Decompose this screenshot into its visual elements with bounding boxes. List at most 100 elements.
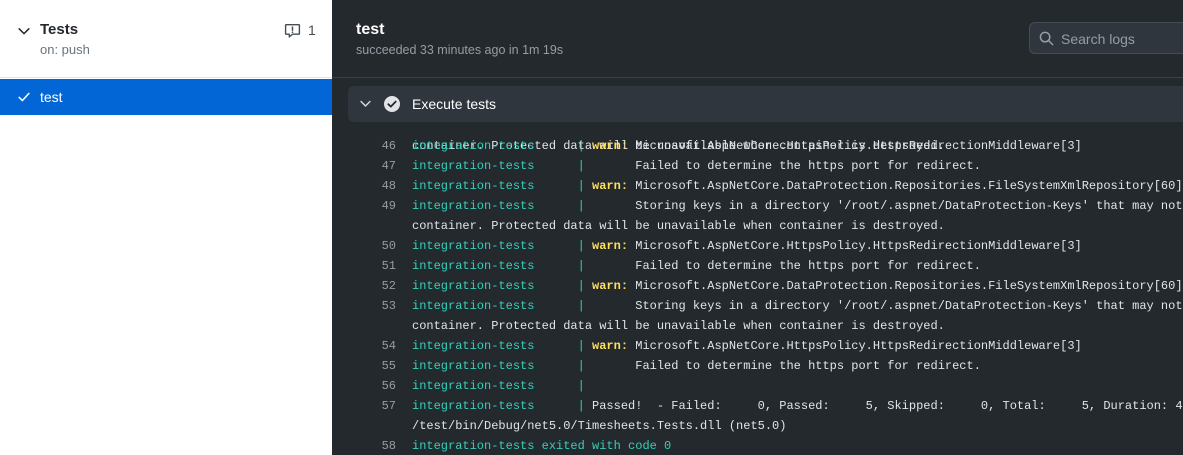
log-line-content: integration-tests | Failed to determine … [412,156,981,176]
search-logs-box[interactable] [1029,22,1183,54]
log-service-name: integration-tests [412,159,535,173]
log-service-name: integration-tests [412,199,535,213]
log-output[interactable]: container. Protected data will be unavai… [332,122,1183,455]
annotation-count[interactable]: 1 [308,22,316,38]
log-message: Storing keys in a directory '/root/.aspn… [635,299,1183,313]
log-line: 58 integration-tests exited with code 0 [332,436,1183,455]
log-separator: | [534,259,593,273]
log-warn-tag: warn: [592,279,629,293]
log-line: container. Protected data will be unavai… [332,316,1183,336]
log-line: container. Protected data will be unavai… [332,216,1183,236]
job-status: succeeded 33 minutes ago in 1m 19s [356,43,564,57]
log-line-content: container. Protected data will be unavai… [412,316,945,336]
log-service-name: integration-tests [412,379,535,393]
log-service-name: integration-tests [412,359,535,373]
log-service-name: integration-tests [412,339,535,353]
log-message: container. Protected data will be unavai… [412,319,945,333]
log-separator: | [534,239,593,253]
log-service-name: integration-tests [412,239,535,253]
log-warn-tag: warn: [592,179,629,193]
log-line: 51 integration-tests | Failed to determin… [332,256,1183,276]
log-line-number[interactable]: 52 [356,276,396,296]
workflow-sidebar: Tests on: push 1 test [0,0,332,455]
log-line: 57 integration-tests | Passed! - Failed: … [332,396,1183,416]
log-line-content: integration-tests | warn: Microsoft.AspN… [412,236,1082,256]
log-line: 52 integration-tests | warn: Microsoft.As… [332,276,1183,296]
workflow-trigger: on: push [40,42,90,57]
log-line-content: integration-tests | Failed to determine … [412,256,981,276]
chevron-down-icon[interactable] [17,24,31,38]
search-icon [1039,31,1054,46]
log-message: Failed to determine the https port for r… [592,259,981,273]
log-separator: | [534,159,593,173]
log-line-number[interactable]: 46 [356,136,396,156]
log-separator: | [534,339,593,353]
log-separator: | [534,199,593,213]
log-line-number[interactable]: 57 [356,396,396,416]
log-line-content: integration-tests | warn: Microsoft.AspN… [412,176,1183,196]
sidebar-item-test-job[interactable]: test [0,79,332,115]
log-separator: | [534,359,593,373]
log-message: Microsoft.AspNetCore.HttpsPolicy.HttpsRe… [628,239,1082,253]
log-message: Microsoft.AspNetCore.HttpsPolicy.HttpsRe… [628,139,1082,153]
log-line-content: integration-tests | warn: Microsoft.AspN… [412,136,1082,156]
log-message: Microsoft.AspNetCore.HttpsPolicy.HttpsRe… [628,339,1082,353]
log-line-content: integration-tests | [412,376,585,396]
log-line-content: integration-tests | Passed! - Failed: 0,… [412,396,1183,416]
log-line-content: container. Protected data will be unavai… [412,216,945,236]
step-execute-tests[interactable]: Execute tests [348,86,1183,122]
sidebar-item-label: test [40,89,63,105]
log-warn-tag: warn: [592,339,629,353]
log-line-number[interactable]: 51 [356,256,396,276]
search-logs-input[interactable] [1061,29,1183,49]
log-line-number[interactable]: 49 [356,196,396,216]
log-message: Failed to determine the https port for r… [592,159,981,173]
annotation-icon[interactable] [284,22,301,39]
log-message: Passed! - Failed: 0, Passed: 5, Skipped:… [592,399,1183,413]
log-message: Microsoft.AspNetCore.DataProtection.Repo… [628,279,1183,293]
log-line-number[interactable]: 56 [356,376,396,396]
log-separator: | [534,179,593,193]
log-line: 50 integration-tests | warn: Microsoft.As… [332,236,1183,256]
log-line: 56 integration-tests | [332,376,1183,396]
log-service-name: integration-tests [412,399,535,413]
log-line-content: /test/bin/Debug/net5.0/Timesheets.Tests.… [412,416,786,436]
log-line: 47 integration-tests | Failed to determin… [332,156,1183,176]
log-message: container. Protected data will be unavai… [412,219,945,233]
step-title: Execute tests [412,96,497,112]
log-separator: | [534,379,585,393]
job-log-panel: test succeeded 33 minutes ago in 1m 19s … [332,0,1183,455]
log-line-content: integration-tests | Storing keys in a di… [412,196,1183,216]
log-message: Storing keys in a directory '/root/.aspn… [635,199,1183,213]
log-line-number[interactable]: 58 [356,436,396,455]
workflow-header: Tests on: push 1 [0,0,332,78]
log-line-number[interactable]: 54 [356,336,396,356]
log-line-number[interactable]: 48 [356,176,396,196]
check-icon [18,92,30,102]
log-warn-tag: warn: [592,239,629,253]
log-message: Failed to determine the https port for r… [592,359,981,373]
log-line: 54 integration-tests | warn: Microsoft.As… [332,336,1183,356]
log-service-name: integration-tests exited with code 0 [412,439,672,453]
workflow-title: Tests [40,21,79,38]
log-line-content: integration-tests | warn: Microsoft.AspN… [412,276,1183,296]
log-line: 48 integration-tests | warn: Microsoft.As… [332,176,1183,196]
log-line-number[interactable]: 55 [356,356,396,376]
log-separator: | [534,299,593,313]
log-service-name: integration-tests [412,279,535,293]
log-line-content: integration-tests exited with code 0 [412,436,671,455]
job-header: test succeeded 33 minutes ago in 1m 19s [332,0,1183,78]
log-line-number[interactable]: 53 [356,296,396,316]
log-service-name: integration-tests [412,299,535,313]
log-line-number[interactable]: 47 [356,156,396,176]
log-message: Microsoft.AspNetCore.DataProtection.Repo… [628,179,1183,193]
log-line-content: integration-tests | Failed to determine … [412,356,981,376]
log-line: 53 integration-tests | Storing keys in a … [332,296,1183,316]
log-line-content: integration-tests | Storing keys in a di… [412,296,1183,316]
log-warn-tag: warn: [592,139,629,153]
log-line-number[interactable]: 50 [356,236,396,256]
success-check-icon [384,96,400,112]
job-title: test [356,21,385,38]
log-line-content: integration-tests | warn: Microsoft.AspN… [412,336,1082,356]
chevron-down-icon[interactable] [359,97,372,110]
